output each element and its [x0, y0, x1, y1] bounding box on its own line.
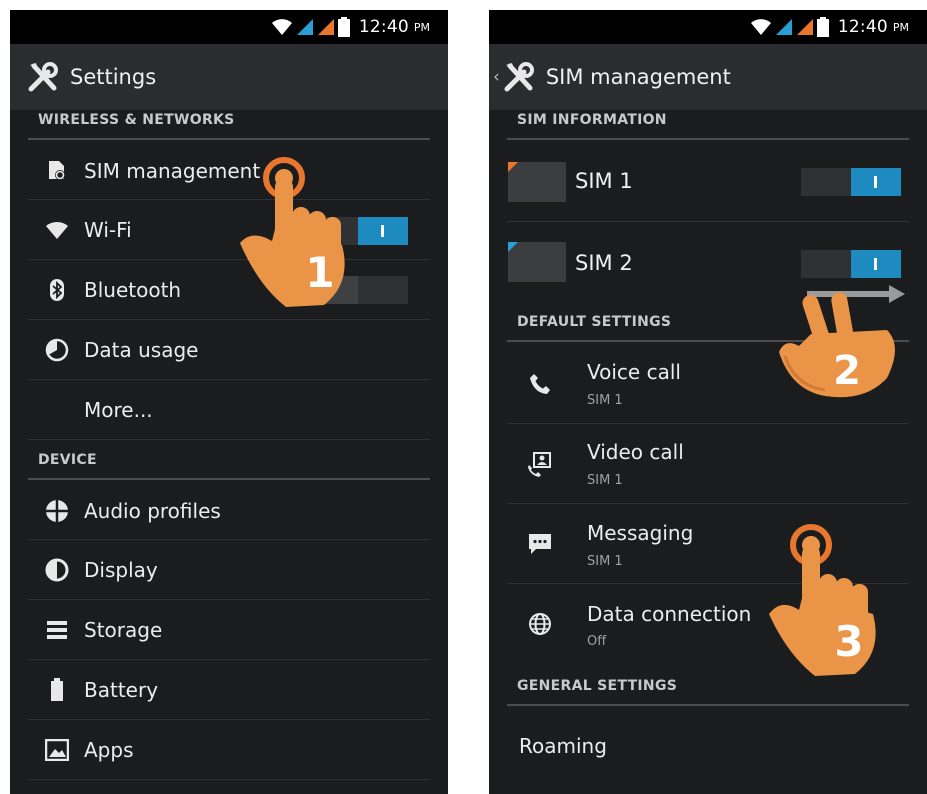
action-bar: Settings	[10, 44, 448, 110]
sim-1-thumbnail	[508, 162, 566, 202]
section-header-sim-information: SIM INFORMATION	[507, 102, 909, 140]
messaging-title: Messaging	[587, 521, 694, 545]
settings-item-audio-profiles[interactable]: Audio profiles	[28, 482, 430, 540]
display-icon	[34, 540, 80, 599]
bluetooth-label: Bluetooth	[84, 277, 182, 302]
battery-icon	[337, 17, 350, 37]
wifi-icon	[34, 200, 80, 259]
wifi-label: Wi-Fi	[84, 217, 132, 242]
sim-2-thumbnail	[508, 242, 566, 282]
settings-item-more[interactable]: More...	[28, 380, 430, 440]
apps-label: Apps	[84, 737, 134, 762]
wifi-signal-icon	[271, 19, 292, 35]
voice-call-title: Voice call	[587, 360, 681, 384]
battery-settings-icon	[34, 660, 80, 719]
globe-icon	[517, 584, 563, 664]
settings-item-battery[interactable]: Battery	[28, 660, 430, 720]
cell-signal-blue-icon	[775, 19, 792, 35]
general-roaming[interactable]: Roaming	[507, 708, 909, 784]
action-bar: ‹ SIM management	[489, 44, 927, 110]
sim-card-icon	[34, 142, 80, 199]
settings-item-apps[interactable]: Apps	[28, 720, 430, 780]
sim-1-toggle-knob	[851, 168, 901, 196]
sim-2-toggle[interactable]	[801, 250, 901, 278]
data-usage-label: Data usage	[84, 337, 199, 362]
settings-item-storage[interactable]: Storage	[28, 600, 430, 660]
page-title: SIM management	[545, 65, 731, 89]
status-time: 12:40	[837, 17, 888, 37]
status-ampm: PM	[413, 20, 430, 34]
video-call-sub: SIM 1	[587, 473, 623, 488]
apps-icon	[34, 720, 80, 779]
status-bar: 12:40 PM	[489, 10, 927, 44]
display-label: Display	[84, 557, 158, 582]
section-header-wireless: WIRELESS & NETWORKS	[28, 102, 430, 140]
storage-icon	[34, 600, 80, 659]
step-1-number: 1	[305, 248, 334, 297]
sim-2-color-mark	[508, 242, 518, 252]
status-bar: 12:40 PM	[10, 10, 448, 44]
bluetooth-icon	[34, 260, 80, 319]
back-chevron-icon[interactable]: ‹	[493, 67, 500, 87]
more-label: More...	[84, 397, 153, 422]
sim-2-label: SIM 2	[575, 251, 633, 275]
storage-label: Storage	[84, 617, 163, 642]
cell-signal-blue-icon	[296, 19, 313, 35]
settings-screen: 12:40 PM Settings WIRELESS & NETWORKS SI…	[10, 10, 448, 794]
settings-tools-icon[interactable]	[502, 60, 536, 94]
battery-label: Battery	[84, 677, 159, 702]
page-title: Settings	[70, 65, 157, 89]
video-call-icon	[517, 424, 563, 503]
audio-profiles-label: Audio profiles	[84, 498, 221, 523]
sim-1-toggle[interactable]	[801, 168, 901, 196]
data-usage-icon	[34, 320, 80, 379]
sim-1-color-mark	[508, 162, 518, 172]
section-header-device: DEVICE	[28, 442, 430, 480]
sim-management-screen: 12:40 PM ‹ SIM management SIM INFORMATIO…	[489, 10, 927, 794]
data-connection-sub: Off	[587, 634, 607, 649]
wifi-signal-icon	[750, 19, 771, 35]
sim-2-toggle-knob	[851, 250, 901, 278]
roaming-label: Roaming	[519, 734, 607, 758]
data-connection-title: Data connection	[587, 602, 752, 626]
settings-tools-icon[interactable]	[26, 60, 60, 94]
pointing-hand-1-icon: 1	[240, 157, 345, 307]
cell-signal-orange-icon	[796, 19, 813, 35]
settings-item-data-usage[interactable]: Data usage	[28, 320, 430, 380]
phone-icon	[517, 344, 563, 423]
message-icon	[517, 504, 563, 583]
default-video-call[interactable]	[507, 424, 909, 504]
voice-call-sub: SIM 1	[587, 393, 623, 408]
status-ampm: PM	[892, 20, 909, 34]
pointing-hand-3-icon: 3	[769, 524, 876, 676]
messaging-sub: SIM 1	[587, 554, 623, 569]
sim-1-label: SIM 1	[575, 169, 633, 193]
battery-icon	[816, 17, 829, 37]
settings-item-display[interactable]: Display	[28, 540, 430, 600]
audio-profiles-icon	[34, 482, 80, 539]
step-2-number: 2	[833, 348, 861, 394]
cell-signal-orange-icon	[317, 19, 334, 35]
step-3-number: 3	[834, 617, 863, 666]
video-call-title: Video call	[587, 440, 684, 464]
swiping-hand-2-icon: 2	[779, 292, 895, 398]
status-time: 12:40	[358, 17, 409, 37]
